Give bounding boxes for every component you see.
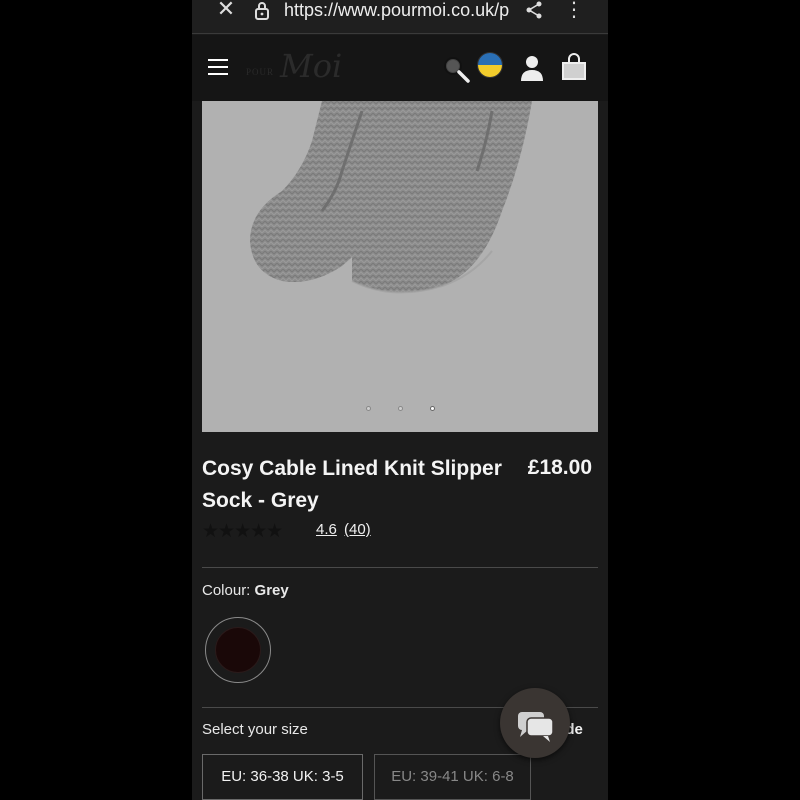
size-label: Select your size: [202, 721, 308, 738]
url-field[interactable]: https://www.pourmoi.co.uk/p: [284, 0, 512, 22]
size-option[interactable]: EU: 36-38 UK: 3-5: [202, 754, 363, 800]
menu-icon[interactable]: [208, 59, 228, 77]
more-vert-icon[interactable]: ⋮: [564, 0, 584, 20]
gallery-dot[interactable]: [366, 406, 371, 411]
gallery-dots: [362, 406, 442, 414]
share-icon[interactable]: [524, 0, 544, 20]
product-price: £18.00: [527, 456, 592, 479]
search-icon[interactable]: [442, 55, 470, 83]
divider: [202, 567, 598, 568]
rating-stars[interactable]: ★★★★★: [202, 519, 302, 543]
close-icon[interactable]: ✕: [214, 0, 238, 22]
logo-script-text: Moi: [280, 47, 343, 85]
colour-value: Grey: [254, 582, 289, 599]
colour-label: Colour: Grey: [202, 582, 289, 599]
rating-value[interactable]: 4.6: [316, 521, 337, 538]
chat-button[interactable]: [500, 688, 570, 758]
bag-icon[interactable]: [560, 53, 588, 81]
gallery-dot-active[interactable]: [430, 406, 435, 411]
lock-icon[interactable]: [254, 2, 270, 20]
colour-label-text: Colour:: [202, 582, 251, 599]
chat-icon: [518, 712, 554, 742]
site-logo[interactable]: POUR Moi: [246, 47, 356, 87]
product-image[interactable]: [202, 101, 598, 432]
colour-swatch-selected[interactable]: [205, 617, 271, 683]
browser-toolbar: ✕ https://www.pourmoi.co.uk/p ⋮: [192, 0, 608, 34]
phone-screen: ✕ https://www.pourmoi.co.uk/p ⋮ POUR Moi: [192, 0, 608, 800]
gallery-dot[interactable]: [398, 406, 403, 411]
ukraine-flag-icon[interactable]: [477, 52, 503, 78]
review-count-link[interactable]: (40): [344, 521, 371, 538]
site-header: POUR Moi: [192, 35, 608, 101]
colour-swatch[interactable]: [215, 627, 261, 673]
product-title: Cosy Cable Lined Knit Slipper Sock - Gre…: [202, 457, 502, 512]
sock-illustration: [250, 101, 532, 294]
account-icon[interactable]: [520, 55, 544, 81]
size-option[interactable]: EU: 39-41 UK: 6-8: [374, 754, 531, 800]
logo-small-text: POUR: [246, 67, 275, 77]
